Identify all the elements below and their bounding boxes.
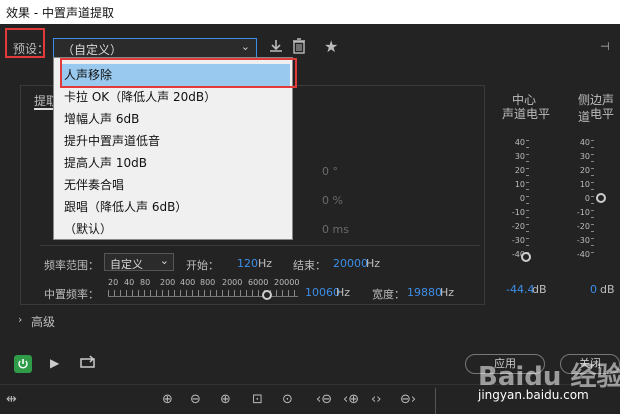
meter-tick: 0 — [584, 194, 590, 203]
chevron-down-icon: ⌄ — [159, 254, 169, 267]
watermark: Baidu 经验 jingyan.baidu.com — [472, 352, 620, 412]
freq-scale-tick: 80 — [140, 278, 151, 287]
meter-tick: 30 — [514, 152, 525, 161]
meter-tick: 20 — [579, 166, 590, 175]
end-unit: Hz — [366, 257, 381, 270]
hidden-value-1: 0 ° — [322, 165, 338, 178]
meter-tick: -20 — [511, 222, 525, 231]
freq-scale-tick: 800 — [200, 278, 216, 287]
zoom-in-amplitude-icon[interactable]: ⊕ — [162, 392, 173, 407]
fit-icon[interactable]: ⇹ — [6, 392, 17, 407]
power-toggle[interactable] — [14, 355, 32, 373]
center-meter-value: -44.4 — [506, 283, 535, 296]
preset-select-value: （自定义） — [62, 43, 123, 57]
freq-scale-tick: 40 — [124, 278, 135, 287]
power-icon — [18, 359, 28, 369]
meter-tick: 40 — [514, 138, 525, 147]
dropdown-item[interactable]: 增幅人声 6dB — [64, 108, 290, 130]
freq-range-label: 频率范围： — [44, 259, 99, 272]
width-unit: Hz — [440, 286, 455, 299]
zoom-full-icon[interactable]: ‹› — [371, 392, 381, 407]
chevron-right-icon[interactable]: › — [18, 313, 22, 326]
delete-preset-icon[interactable] — [292, 38, 306, 58]
loop-icon[interactable] — [80, 355, 96, 372]
zoom-all-icon[interactable]: ⊙ — [282, 392, 293, 407]
meter-tick: -10 — [511, 208, 525, 217]
center-freq-label: 中置频率： — [44, 288, 99, 301]
preset-label: 预设： — [13, 42, 50, 56]
meter-tick: 30 — [579, 152, 590, 161]
dropdown-item[interactable]: 提高人声 10dB — [64, 152, 290, 174]
toolbar-separator — [435, 388, 436, 414]
center-freq-value[interactable]: 10060 — [305, 286, 340, 299]
zoom-in-left-icon[interactable]: ‹⊕ — [343, 392, 359, 407]
side-meter-scale: 40 30 20 10 0 -10 -20 -30 -40 — [570, 138, 590, 263]
freq-scale-tick: 2000 — [222, 278, 243, 287]
chevron-down-icon: ⌄ — [240, 40, 250, 53]
dropdown-item[interactable]: 卡拉 OK（降低人声 20dB） — [64, 86, 290, 108]
freq-slider-thumb[interactable] — [262, 290, 272, 300]
dropdown-item[interactable]: 跟唱（降低人声 6dB） — [64, 196, 290, 218]
hidden-value-2: 0 % — [322, 194, 343, 207]
freq-scale: 20 40 80 200 400 800 2000 6000 20000 — [108, 278, 300, 288]
save-preset-icon[interactable] — [268, 38, 284, 58]
meter-tick: 20 — [514, 166, 525, 175]
zoom-out-time-icon[interactable]: ‹⊖ — [316, 392, 332, 407]
freq-range-value: 自定义 — [110, 258, 143, 271]
dropdown-item[interactable]: （默认） — [64, 218, 290, 240]
meter-tick: -30 — [511, 236, 525, 245]
freq-scale-tick: 400 — [180, 278, 196, 287]
width-label: 宽度： — [372, 288, 405, 301]
window-titlebar: 效果 - 中置声道提取 — [0, 0, 620, 24]
meter-tick: 0 — [519, 194, 525, 203]
meter-tick: 10 — [514, 180, 525, 189]
dropdown-item[interactable]: 无伴奏合唱 — [64, 174, 290, 196]
center-freq-unit: Hz — [336, 286, 351, 299]
freq-scale-tick: 200 — [160, 278, 176, 287]
meter-tick: -40 — [576, 250, 590, 259]
meter-tick: -30 — [576, 236, 590, 245]
play-icon[interactable]: ▶ — [50, 356, 59, 370]
end-label: 结束： — [293, 259, 326, 272]
preset-select[interactable]: （自定义） ⌄ — [53, 38, 257, 58]
center-meter-thumb[interactable] — [521, 252, 531, 262]
start-unit: Hz — [258, 257, 273, 270]
freq-scale-tick: 20 — [108, 278, 119, 287]
zoom-out-right-icon[interactable]: ⊖› — [400, 392, 416, 407]
side-meter-ticks — [591, 140, 594, 257]
watermark-url: jingyan.baidu.com — [478, 388, 589, 402]
meter-tick: -20 — [576, 222, 590, 231]
side-meter-thumb[interactable] — [596, 193, 606, 203]
start-label: 开始： — [186, 259, 219, 272]
side-meter-value: 0 — [590, 283, 597, 296]
hidden-value-3: 0 ms — [322, 223, 349, 236]
center-meter-unit: dB — [532, 283, 547, 296]
divider — [40, 245, 480, 246]
side-meter-title-2: 电平 — [590, 107, 615, 121]
advanced-toggle[interactable]: 高级 — [31, 313, 55, 330]
favorite-star-icon[interactable]: ★ — [324, 37, 338, 56]
dropdown-item-highlight — [60, 58, 297, 88]
freq-scale-tick: 6000 — [248, 278, 269, 287]
routing-icon[interactable]: ⊣ — [600, 40, 610, 53]
center-meter-scale: 40 30 20 10 0 -10 -20 -30 -40 — [505, 138, 525, 263]
tab-underline — [34, 108, 54, 110]
freq-scale-tick: 20000 — [274, 278, 300, 287]
meter-tick: -10 — [576, 208, 590, 217]
center-meter-title-2: 声道电平 — [502, 107, 551, 121]
zoom-in-time-icon[interactable]: ⊕ — [220, 392, 231, 407]
meter-tick: 40 — [579, 138, 590, 147]
center-meter-ticks — [526, 140, 529, 257]
dropdown-item[interactable]: 提升中置声道低音 — [64, 130, 290, 152]
width-value[interactable]: 19880 — [407, 286, 442, 299]
freq-range-select[interactable]: 自定义 ⌄ — [104, 253, 174, 271]
meter-tick: 10 — [579, 180, 590, 189]
start-value[interactable]: 120 — [237, 257, 258, 270]
zoom-out-amplitude-icon[interactable]: ⊖ — [190, 392, 201, 407]
zoom-selection-icon[interactable]: ⊡ — [252, 392, 263, 407]
side-meter-unit: dB — [600, 283, 615, 296]
end-value[interactable]: 20000 — [333, 257, 368, 270]
window-title: 效果 - 中置声道提取 — [6, 6, 114, 20]
